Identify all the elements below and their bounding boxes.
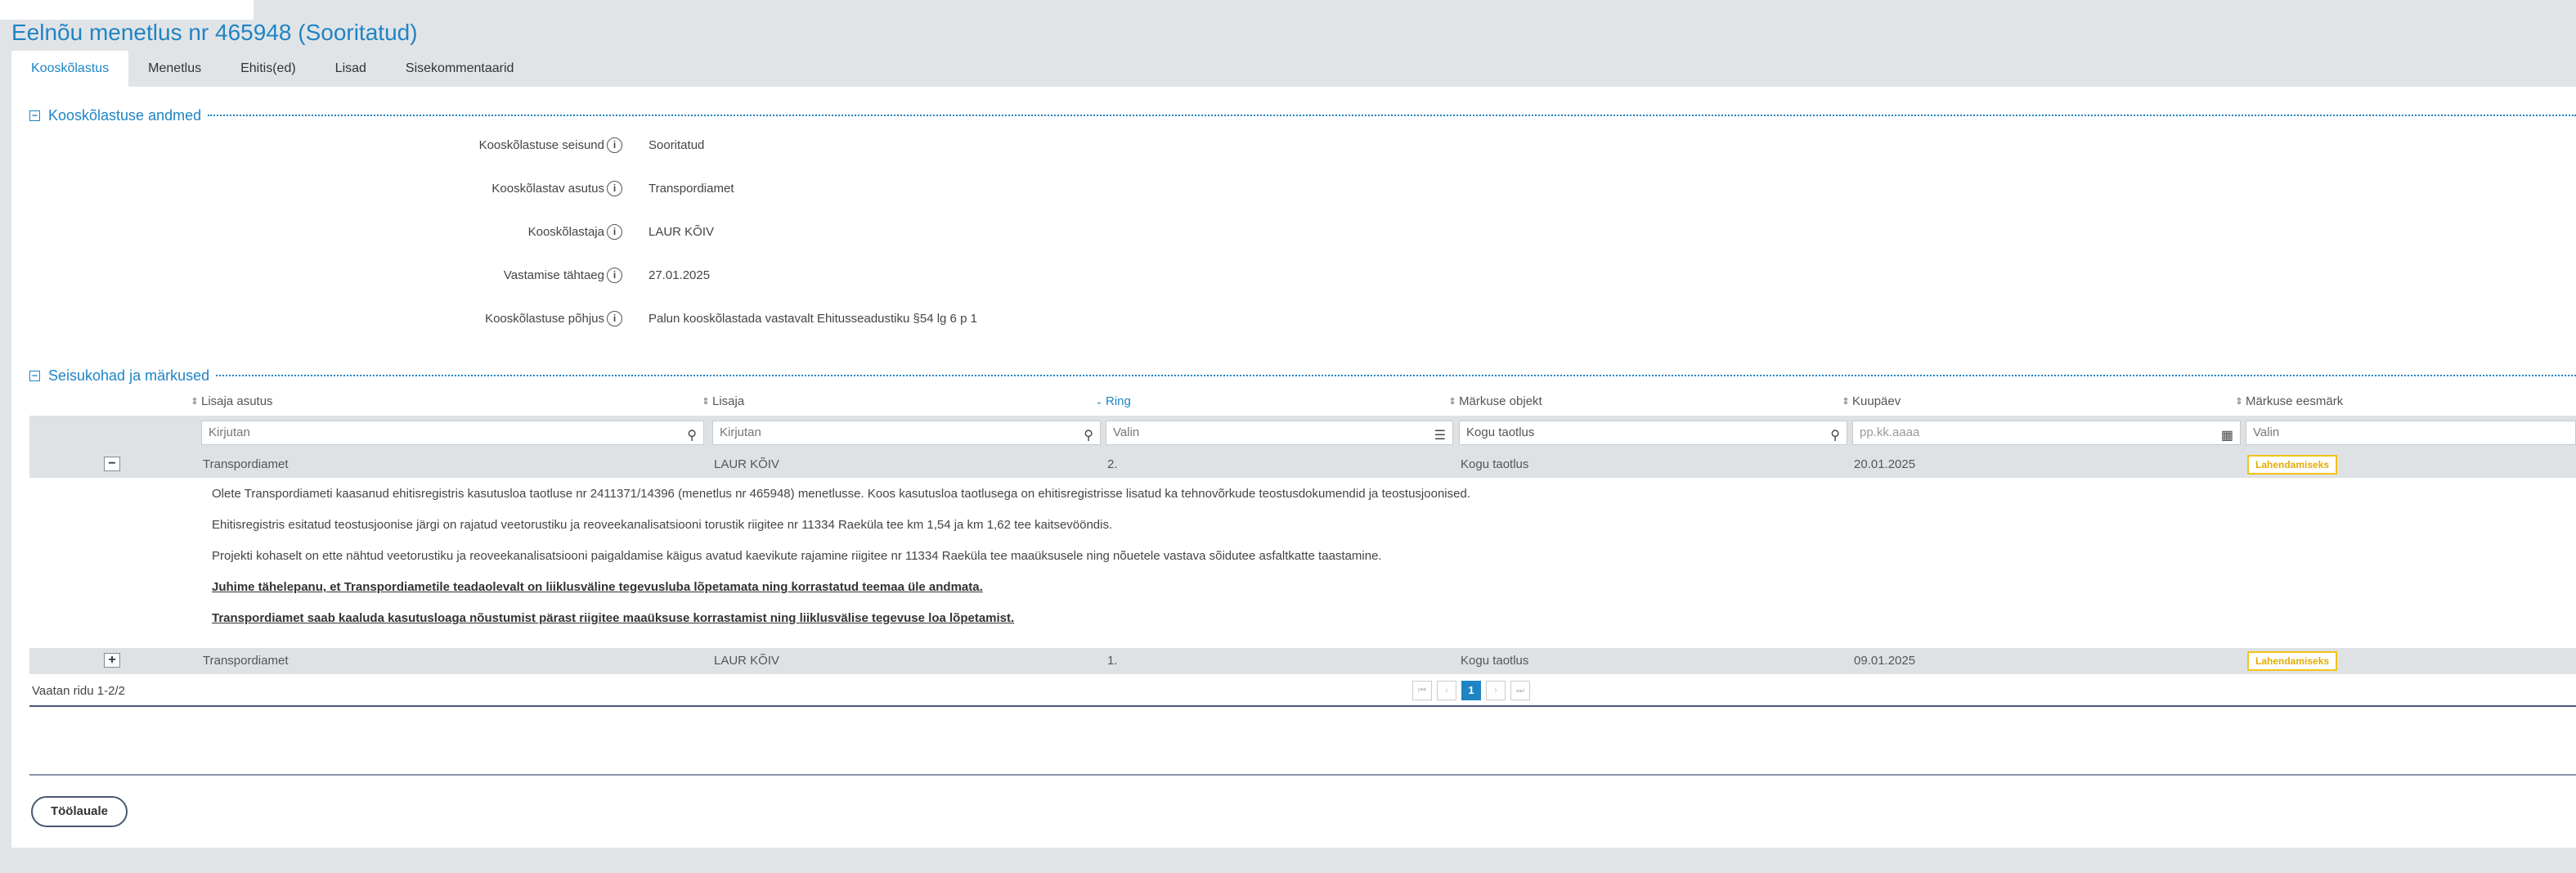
field-asutus: Kooskõlastav asutus i Transpordiamet (11, 179, 1156, 199)
field-label: Kooskõlastav asutus (491, 182, 604, 196)
sort-icon: ⇕ (191, 396, 199, 407)
last-page-button[interactable]: ⏭ (1510, 681, 1530, 700)
status-badge: Lahendamiseks (2247, 651, 2338, 671)
info-icon[interactable]: i (607, 137, 622, 153)
table-row[interactable]: + Transpordiamet LAUR KÕIV 1. Kogu taotl… (29, 648, 2576, 674)
tab-kooskolastus[interactable]: Kooskõlastus (11, 51, 129, 87)
sort-down-icon: ⌄ (1095, 396, 1103, 407)
search-icon: ⚲ (1830, 429, 1840, 443)
cell-kuupaev: 09.01.2025 (1854, 654, 1916, 668)
sort-icon: ⇕ (2235, 396, 2243, 407)
tab-lisad[interactable]: Lisad (316, 51, 386, 87)
search-icon: ⚲ (687, 429, 697, 443)
section-divider (216, 375, 2576, 376)
table-header: ⇕ Lisaja asutus ⇕ Lisaja ⌄ Ring ⇕ Märkuse ob… (29, 389, 2576, 416)
divider (29, 774, 2576, 776)
expand-row-button[interactable]: + (104, 653, 120, 668)
tab-menetlus[interactable]: Menetlus (128, 51, 221, 87)
tab-ehitised[interactable]: Ehitis(ed) (221, 51, 316, 87)
main-panel: − Kooskõlastuse andmed Kooskõlastuse sei… (11, 87, 2576, 848)
info-icon[interactable]: i (607, 268, 622, 283)
info-icon[interactable]: i (607, 181, 622, 196)
table-row[interactable]: − Transpordiamet LAUR KÕIV 2. Kogu taotl… (29, 452, 2576, 478)
collapse-icon[interactable]: − (29, 110, 40, 121)
cell-ring: 2. (1107, 457, 1118, 471)
detail-text-emphasis: Juhime tähelepanu, et Transpordiametile … (212, 580, 983, 594)
page-1-button[interactable]: 1 (1461, 681, 1481, 700)
field-label: Kooskõlastuse seisund (478, 138, 604, 152)
search-icon: ⚲ (1084, 429, 1093, 443)
cell-asutus: Transpordiamet (203, 457, 289, 471)
column-header-kuupaev[interactable]: ⇕ Kuupäev (1842, 394, 1901, 408)
sort-icon: ⇕ (1842, 396, 1850, 407)
tab-bar: Kooskõlastus Menetlus Ehitis(ed) Lisad S… (11, 51, 533, 87)
info-icon[interactable]: i (607, 224, 622, 240)
remarks-table: ⇕ Lisaja asutus ⇕ Lisaja ⌄ Ring ⇕ Märkuse ob… (29, 389, 2576, 707)
list-icon: ☰ (1434, 429, 1446, 443)
cell-asutus: Transpordiamet (203, 654, 289, 668)
details-section-header: − Kooskõlastuse andmed (29, 107, 2576, 124)
filter-kuupaev-input[interactable]: pp.kk.aaaa ▦ (1852, 421, 2241, 445)
field-label: Kooskõlastaja (527, 225, 604, 239)
field-value: Sooritatud (648, 138, 705, 152)
info-icon[interactable]: i (607, 311, 622, 326)
field-seisund: Kooskõlastuse seisund i Sooritatud (11, 136, 1156, 155)
filter-row: Kirjutan ⚲ Kirjutan ⚲ Valin ☰ Kogu taotl… (29, 416, 2576, 452)
field-label: Vastamise tähtaeg (503, 268, 604, 282)
cell-ring: 1. (1107, 654, 1118, 668)
field-tahtaeg: Vastamise tähtaeg i 27.01.2025 (11, 266, 1156, 286)
field-pohjus: Kooskõlastuse põhjus i Palun kooskõlasta… (11, 309, 1156, 329)
top-strip (0, 0, 2576, 20)
cell-kuupaev: 20.01.2025 (1854, 457, 1916, 471)
filter-ring-select[interactable]: Valin ☰ (1106, 421, 1453, 445)
column-header-eesmark[interactable]: ⇕ Märkuse eesmärk (2235, 394, 2343, 408)
page-title: Eelnõu menetlus nr 465948 (Sooritatud) (11, 20, 418, 45)
field-value: Palun kooskõlastada vastavalt Ehitussead… (648, 312, 977, 326)
collapse-icon[interactable]: − (29, 370, 40, 381)
filter-lisaja-input[interactable]: Kirjutan ⚲ (712, 421, 1101, 445)
tab-sisekommentaarid[interactable]: Sisekommentaarid (386, 51, 534, 87)
table-footer: Vaatan ridu 1-2/2 ⏮ ‹ 1 › ⏭ (29, 674, 2576, 707)
cell-lisaja: LAUR KÕIV (714, 457, 780, 471)
detail-text: Olete Transpordiameti kaasanud ehitisreg… (212, 487, 1470, 501)
back-to-dashboard-button[interactable]: Töölauale (31, 796, 128, 827)
sort-icon: ⇕ (702, 396, 710, 407)
filter-objekt-input[interactable]: Kogu taotlus ⚲ (1459, 421, 1847, 445)
details-section-title: Kooskõlastuse andmed (48, 106, 202, 124)
field-value: Transpordiamet (648, 182, 734, 196)
next-page-button[interactable]: › (1486, 681, 1506, 700)
calendar-icon[interactable]: ▦ (2221, 425, 2233, 448)
filter-eesmark-select[interactable]: Valin (2246, 421, 2576, 445)
field-value: LAUR KÕIV (648, 225, 715, 239)
field-label: Kooskõlastuse põhjus (485, 312, 604, 326)
detail-text: Ehitisregistris esitatud teostusjoonise … (212, 518, 1113, 532)
first-page-button[interactable]: ⏮ (1412, 681, 1432, 700)
row-count: Vaatan ridu 1-2/2 (32, 684, 125, 698)
cell-lisaja: LAUR KÕIV (714, 654, 780, 668)
detail-text-emphasis: Transpordiamet saab kaaluda kasutusloaga… (212, 611, 1015, 625)
section-divider (208, 115, 2576, 116)
column-header-ring[interactable]: ⌄ Ring (1095, 394, 1130, 408)
cell-objekt: Kogu taotlus (1461, 654, 1529, 668)
field-kooskolastaja: Kooskõlastaja i LAUR KÕIV (11, 223, 1156, 242)
remarks-section-header: − Seisukohad ja märkused (29, 367, 2576, 384)
column-header-objekt[interactable]: ⇕ Märkuse objekt (1448, 394, 1542, 408)
top-strip-gray (254, 0, 2576, 20)
remarks-section-title: Seisukohad ja märkused (48, 367, 210, 384)
column-header-lisaja[interactable]: ⇕ Lisaja (702, 394, 744, 408)
cell-objekt: Kogu taotlus (1461, 457, 1529, 471)
filter-asutus-input[interactable]: Kirjutan ⚲ (201, 421, 704, 445)
row-details: Olete Transpordiameti kaasanud ehitisreg… (29, 478, 2576, 648)
pagination: ⏮ ‹ 1 › ⏭ (1412, 681, 1535, 700)
sort-icon: ⇕ (1448, 396, 1456, 407)
field-value: 27.01.2025 (648, 268, 711, 282)
collapse-row-button[interactable]: − (104, 457, 120, 471)
column-header-asutus[interactable]: ⇕ Lisaja asutus (191, 394, 272, 408)
detail-text: Projekti kohaselt on ette nähtud veetoru… (212, 549, 1382, 563)
status-badge: Lahendamiseks (2247, 455, 2338, 475)
prev-page-button[interactable]: ‹ (1437, 681, 1456, 700)
